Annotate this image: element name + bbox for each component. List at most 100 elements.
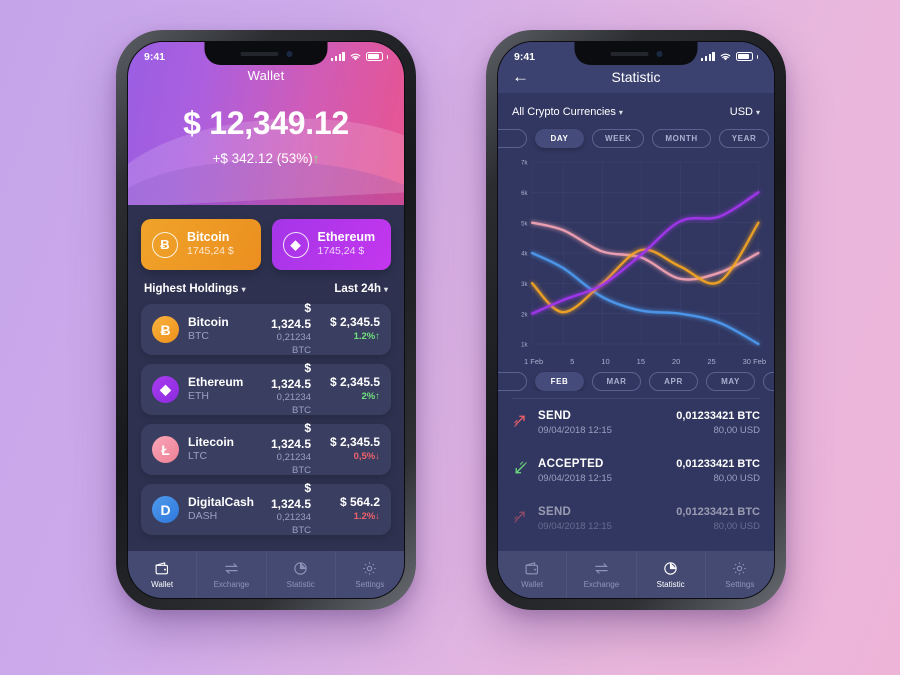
holding-identity: Bitcoin BTC <box>188 315 262 344</box>
transaction-list: SEND 09/04/2018 12:15 0,01233421 BTC 80,00 … <box>498 399 774 543</box>
status-indicators <box>701 52 758 62</box>
coin-card-price: 1745,24 $ <box>317 245 365 258</box>
month-pill-mar[interactable]: MAR <box>592 372 641 391</box>
tab-settings[interactable]: Settings <box>706 551 774 598</box>
month-pill-partial[interactable] <box>498 372 527 391</box>
currency-dropdown[interactable]: All Crypto Currencies ▾ <box>512 106 623 118</box>
pill-label: APR <box>664 377 683 386</box>
holding-price-block: $ 1,324.5 0,21234 BTC <box>262 421 320 478</box>
period-pill-day[interactable]: DAY <box>535 129 584 148</box>
tab-label: Exchange <box>213 580 250 589</box>
notch <box>574 42 698 65</box>
front-camera-icon <box>656 50 662 57</box>
holding-row-eth[interactable]: ◆ Ethereum ETH $ 1,324.5 0,21234 BTC $ 2,345.… <box>141 361 391 417</box>
tab-wallet[interactable]: Wallet <box>128 551 198 598</box>
statistic-screen: 9:41 ← Statistic All Crypto Currencies ▾… <box>498 42 774 598</box>
settings-icon <box>361 560 378 577</box>
transaction-row[interactable]: ACCEPTED 09/04/2018 12:15 0,01233421 BTC 80… <box>512 447 760 495</box>
tab-bar-statistic: Wallet Exchange Statistic Settings <box>498 551 774 598</box>
tab-wallet[interactable]: Wallet <box>498 551 568 598</box>
notch <box>204 42 328 65</box>
balance-change-value: +$ 342.12 (53%) <box>212 151 313 166</box>
period-pill-month[interactable]: MONTH <box>652 129 711 148</box>
month-pill-may[interactable]: MAY <box>706 372 755 391</box>
transaction-info: SEND 09/04/2018 12:15 <box>538 504 676 533</box>
holding-amount: 0,21234 BTC <box>276 392 311 417</box>
tab-label: Settings <box>725 580 755 589</box>
tab-exchange[interactable]: Exchange <box>567 551 637 598</box>
bitcoin-icon: Ƀ <box>152 316 179 343</box>
tab-statistic[interactable]: Statistic <box>637 551 706 598</box>
holding-symbol: DASH <box>188 510 218 523</box>
transaction-amounts: 0,01233421 BTC 80,00 USD <box>676 457 760 486</box>
fiat-dropdown-label: USD <box>729 106 753 118</box>
pill-label: DAY <box>550 134 569 143</box>
statistic-filter-bar: All Crypto Currencies ▾ USD ▾ <box>498 93 774 118</box>
transaction-amount: 0,01233421 BTC <box>676 409 760 422</box>
tab-label: Statistic <box>656 580 685 589</box>
tab-label: Settings <box>355 580 385 589</box>
sort-dropdown[interactable]: Highest Holdings ▾ <box>144 283 246 295</box>
holdings-list: Ƀ Bitcoin BTC $ 1,324.5 0,21234 BTC $ 2,345.5… <box>128 301 404 536</box>
holding-identity: Ethereum ETH <box>188 375 262 404</box>
exchange-icon <box>223 560 240 577</box>
svg-text:1k: 1k <box>521 341 528 348</box>
holding-price: $ 1,324.5 <box>270 361 311 391</box>
line-chart: 7k 6k 5k 4k 3k 2k 1k <box>521 159 760 349</box>
holding-row-dash[interactable]: D DigitalCash DASH $ 1,324.5 0,21234 BTC $ 56… <box>141 481 391 536</box>
phone-statistic-screen: 9:41 ← Statistic All Crypto Currencies ▾… <box>497 41 775 599</box>
svg-text:5k: 5k <box>521 220 528 227</box>
x-tick-label: 25 <box>707 357 716 366</box>
holding-value-block: $ 2,345.5 0,5%↓ <box>320 435 380 463</box>
transaction-usd: 80,00 USD <box>713 521 760 533</box>
svg-text:4k: 4k <box>521 250 528 257</box>
chevron-down-icon: ▾ <box>241 285 246 294</box>
holding-row-ltc[interactable]: Ł Litecoin LTC $ 1,324.5 0,21234 BTC $ 2,345.… <box>141 421 391 478</box>
fiat-dropdown[interactable]: USD ▾ <box>730 106 760 118</box>
month-pill-apr[interactable]: APR <box>649 372 698 391</box>
month-pill-partial[interactable] <box>763 372 774 391</box>
wallet-body: Ƀ Bitcoin 1745,24 $ ◆ Ethereum 1745,24 $ <box>128 205 404 598</box>
x-tick-label: 10 <box>601 357 610 366</box>
transaction-row[interactable]: SEND 09/04/2018 12:15 0,01233421 BTC 80,00 … <box>512 495 760 543</box>
transaction-usd: 80,00 USD <box>713 425 760 437</box>
coin-card-text: Bitcoin 1745,24 $ <box>187 230 234 259</box>
holding-row-btc[interactable]: Ƀ Bitcoin BTC $ 1,324.5 0,21234 BTC $ 2,345.5… <box>141 301 391 356</box>
pill-label: YEAR <box>731 134 757 143</box>
coin-card-bitcoin[interactable]: Ƀ Bitcoin 1745,24 $ <box>141 219 261 270</box>
transaction-amount: 0,01233421 BTC <box>676 457 760 470</box>
tab-settings[interactable]: Settings <box>336 551 404 598</box>
month-pill-feb[interactable]: FEB <box>535 372 584 391</box>
pill-label: FEB <box>550 377 569 386</box>
phone-statistic: 9:41 ← Statistic All Crypto Currencies ▾… <box>486 30 786 610</box>
tab-label: Wallet <box>521 580 544 589</box>
speaker-icon <box>240 51 278 56</box>
pill-label: MONTH <box>665 134 698 143</box>
tab-exchange[interactable]: Exchange <box>197 551 267 598</box>
send-arrow-icon <box>512 412 538 434</box>
holding-value-block: $ 2,345.5 1.2%↑ <box>320 315 380 343</box>
coin-card-ethereum[interactable]: ◆ Ethereum 1745,24 $ <box>271 219 391 270</box>
chart-container: 7k 6k 5k 4k 3k 2k 1k <box>498 156 774 354</box>
period-dropdown-label: Last 24h <box>334 283 381 295</box>
tab-statistic[interactable]: Statistic <box>267 551 336 598</box>
total-balance: $ 12,349.12 <box>183 105 349 141</box>
chevron-down-icon: ▾ <box>755 108 760 117</box>
litecoin-icon: Ł <box>152 436 179 463</box>
holding-name: Bitcoin <box>188 314 229 329</box>
period-pill-year[interactable]: YEAR <box>718 129 770 148</box>
transaction-row[interactable]: SEND 09/04/2018 12:15 0,01233421 BTC 80,00 … <box>512 399 760 447</box>
wifi-icon <box>350 53 360 60</box>
coin-card-text: Ethereum 1745,24 $ <box>318 230 376 259</box>
period-pill-week[interactable]: WEEK <box>592 129 645 148</box>
period-dropdown[interactable]: Last 24h ▾ <box>334 283 388 295</box>
period-pill-partial[interactable] <box>498 129 527 148</box>
send-arrow-icon <box>512 508 538 530</box>
holding-symbol: LTC <box>188 450 208 463</box>
transaction-date: 09/04/2018 12:15 <box>538 473 612 485</box>
exchange-icon <box>593 560 610 577</box>
tab-label: Statistic <box>286 580 315 589</box>
holding-name: Litecoin <box>188 434 235 449</box>
ethereum-icon: ◆ <box>152 376 179 403</box>
chart-x-axis: 1 Feb 5 10 15 20 25 30 Feb <box>498 354 774 366</box>
